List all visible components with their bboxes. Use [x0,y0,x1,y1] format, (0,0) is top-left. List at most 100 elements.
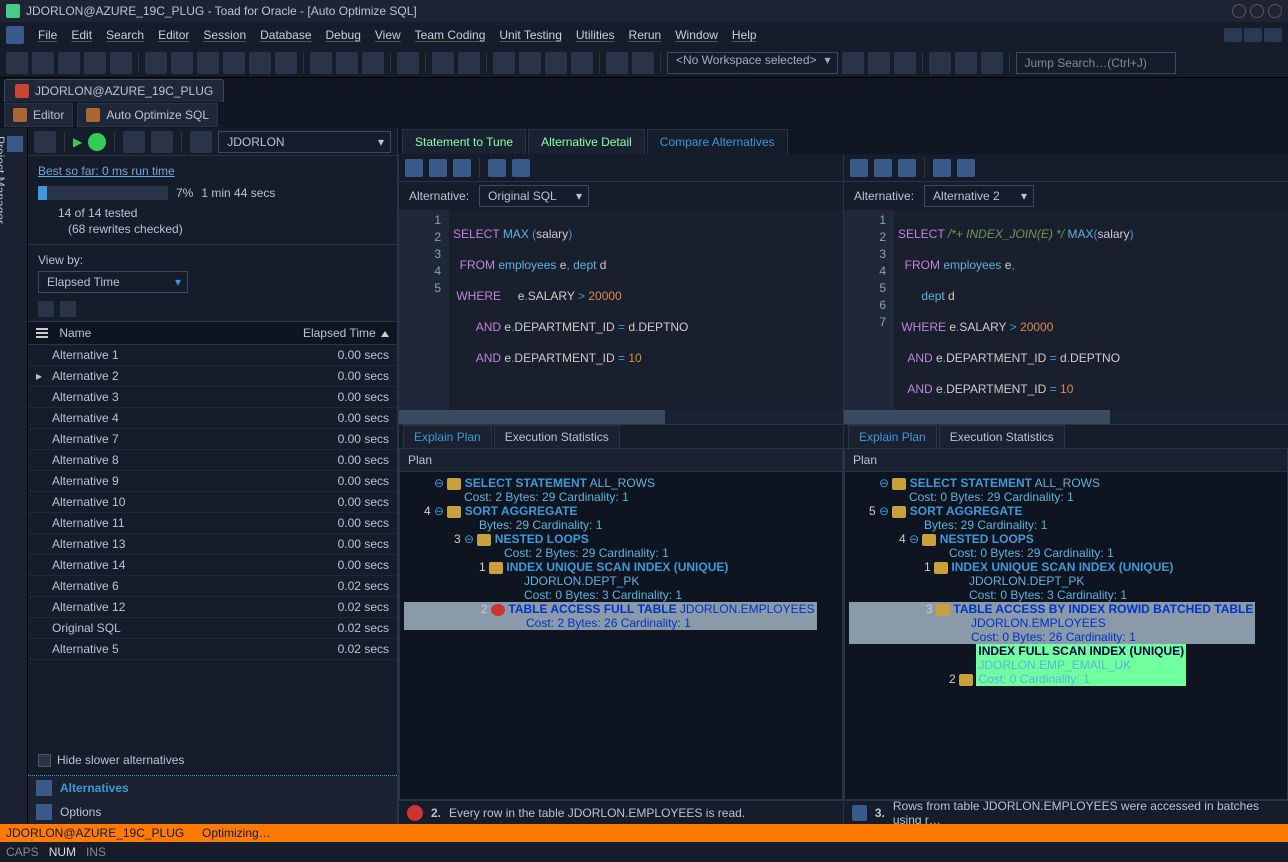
toolbar-button[interactable] [58,52,80,74]
left-alternative-combo[interactable]: Original SQL [479,185,589,207]
save-button[interactable] [850,159,868,177]
alternative-row[interactable]: Alternative 130.00 secs [28,534,397,555]
menu-search[interactable]: Search [106,28,144,42]
execution-statistics-tab[interactable]: Execution Statistics [494,425,620,448]
minimize-button[interactable] [1232,4,1246,18]
mdi-min-button[interactable] [1224,28,1242,42]
execution-statistics-tab[interactable]: Execution Statistics [939,425,1065,448]
print-button[interactable] [429,159,447,177]
toolbar-button[interactable] [606,52,628,74]
right-sql-editor[interactable]: 1234567 SELECT /*+ INDEX_JOIN(E) */ MAX(… [844,210,1288,410]
connection-tab[interactable]: JDORLON@AZURE_19C_PLUG [4,79,224,102]
alternative-row[interactable]: Alternative 140.00 secs [28,555,397,576]
schema-combo[interactable]: JDORLON [218,131,391,153]
toolbar-button[interactable] [929,52,951,74]
alternative-detail-tab[interactable]: Alternative Detail [528,129,645,154]
menu-file[interactable]: File [38,28,57,42]
toolbar-button[interactable] [84,52,106,74]
toolbar-button[interactable] [145,52,167,74]
menu-edit[interactable]: Edit [71,28,92,42]
project-manager-tab[interactable]: Project Manager [0,128,28,824]
print-button[interactable] [874,159,892,177]
alternative-row[interactable]: Original SQL0.02 secs [28,618,397,639]
mdi-max-button[interactable] [1244,28,1262,42]
explain-plan-tab[interactable]: Explain Plan [403,425,492,448]
view-by-select[interactable]: Elapsed Time [38,271,188,293]
db-button[interactable] [190,131,212,153]
toolbar-button[interactable] [310,52,332,74]
workspace-combo[interactable]: <No Workspace selected> [667,52,838,74]
toolbar-button[interactable] [894,52,916,74]
menu-editor[interactable]: Editor [158,28,189,42]
toolbar-button[interactable] [842,52,864,74]
menu-unit-testing[interactable]: Unit Testing [499,28,561,42]
toolbar-button[interactable] [32,52,54,74]
alternative-row[interactable]: Alternative 80.00 secs [28,450,397,471]
stop-button[interactable] [88,133,106,151]
alternative-row[interactable]: Alternative 100.00 secs [28,492,397,513]
edit-button[interactable] [488,159,506,177]
alternative-row[interactable]: Alternative 20.00 secs [28,366,397,387]
alternative-row[interactable]: Alternative 90.00 secs [28,471,397,492]
collapse-button[interactable] [60,301,76,317]
close-button[interactable] [1268,4,1282,18]
jump-search[interactable]: Jump Search…(Ctrl+J) [1016,52,1176,74]
toolbar-button[interactable] [955,52,977,74]
maximize-button[interactable] [1250,4,1264,18]
toolbar-button[interactable] [519,52,541,74]
menu-session[interactable]: Session [203,28,246,42]
copy-button[interactable] [898,159,916,177]
toolbar-button[interactable] [110,52,132,74]
toolbar-button[interactable] [493,52,515,74]
explain-plan-tab[interactable]: Explain Plan [848,425,937,448]
alternatives-tab[interactable]: Alternatives [28,776,397,800]
menu-database[interactable]: Database [260,28,311,42]
right-plan-tree[interactable]: ⊖ SELECT STATEMENT ALL_ROWS Cost: 0 Byte… [845,472,1287,799]
toolbar-button[interactable] [249,52,271,74]
edit-button[interactable] [933,159,951,177]
toolbar-button[interactable] [571,52,593,74]
editor-tab[interactable]: Editor [4,103,73,127]
toolbar-button[interactable] [981,52,1003,74]
toolbar-button[interactable] [458,52,480,74]
toolbar-button[interactable] [432,52,454,74]
alternative-row[interactable]: Alternative 50.02 secs [28,639,397,660]
toolbar-button[interactable] [336,52,358,74]
copy-button[interactable] [453,159,471,177]
menu-debug[interactable]: Debug [326,28,361,42]
menu-team-coding[interactable]: Team Coding [415,28,486,42]
best-so-far-link[interactable]: Best so far: 0 ms run time [38,164,175,178]
alternative-row[interactable]: Alternative 120.02 secs [28,597,397,618]
left-sql-editor[interactable]: 12345 SELECT MAX (salary) FROM employees… [399,210,843,410]
alternative-row[interactable]: Alternative 40.00 secs [28,408,397,429]
menu-window[interactable]: Window [675,28,718,42]
compare-alternatives-tab[interactable]: Compare Alternatives [647,129,788,154]
hide-slower-checkbox[interactable] [38,754,51,767]
toolbar-button[interactable] [362,52,384,74]
mdi-close-button[interactable] [1264,28,1282,42]
alternative-row[interactable]: Alternative 10.00 secs [28,345,397,366]
left-plan-tree[interactable]: ⊖ SELECT STATEMENT ALL_ROWS Cost: 2 Byte… [400,472,842,799]
toolbar-button[interactable] [632,52,654,74]
alternative-row[interactable]: Alternative 70.00 secs [28,429,397,450]
alternative-row[interactable]: Alternative 60.02 secs [28,576,397,597]
toolbar-button[interactable] [275,52,297,74]
statement-to-tune-tab[interactable]: Statement to Tune [402,129,526,154]
alternative-row[interactable]: Alternative 110.00 secs [28,513,397,534]
expand-button[interactable] [38,301,54,317]
toolbar-button[interactable] [197,52,219,74]
menu-help[interactable]: Help [732,28,757,42]
highlight-button[interactable] [512,159,530,177]
right-alternative-combo[interactable]: Alternative 2 [924,185,1034,207]
toolbar-button[interactable] [545,52,567,74]
toolbar-button[interactable] [868,52,890,74]
menu-utilities[interactable]: Utilities [576,28,615,42]
menu-rerun[interactable]: Rerun [629,28,662,42]
elapsed-column-header[interactable]: Elapsed Time [258,322,397,344]
wand-button[interactable] [34,131,56,153]
folder-button[interactable] [123,131,145,153]
options-tab[interactable]: Options [28,800,397,824]
toolbar-button[interactable] [223,52,245,74]
toolbar-button[interactable] [171,52,193,74]
auto-optimize-tab[interactable]: Auto Optimize SQL [77,103,218,127]
